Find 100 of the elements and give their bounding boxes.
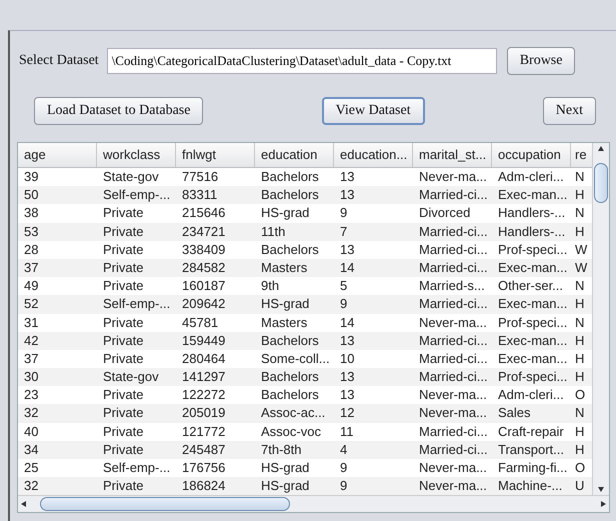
table-cell-text: 215646 <box>181 204 226 222</box>
table-row[interactable]: 53 Private 234721 11th 7 Married-ci... Handlers-... H <box>18 222 592 241</box>
column-header[interactable]: re <box>571 143 592 167</box>
action-button[interactable]: Next <box>542 97 596 125</box>
table-cell-text: 245487 <box>181 440 226 459</box>
table-cell-text: Exec-man... <box>497 350 568 368</box>
table-cell-text: 280464 <box>181 350 226 368</box>
table-cell-text: Handlers-... <box>497 222 566 241</box>
table-cell-text: W <box>574 258 588 277</box>
table-cell-text: Exec-man... <box>497 258 568 277</box>
path-field[interactable]: \Coding\CategoricalDataClustering\Dataset\adult_data - Copy.txt <box>106 48 497 74</box>
table-row[interactable]: 31 Private 45781 Masters 14 Never-ma... Prof-speci... N <box>18 314 592 332</box>
column-header[interactable]: marital_st... <box>413 143 492 167</box>
table-row[interactable]: 25 Self-emp-... 176756 HS-grad 9 Never-ma... Farming-fi... O <box>18 459 592 478</box>
table-row[interactable]: 40 Private 121772 Assoc-voc 11 Married-ci... Craft-repair H <box>18 422 592 441</box>
table-cell-text: Never-ma... <box>418 404 488 422</box>
table-cell-text: 45781 <box>181 314 220 332</box>
table-cell-text: Private <box>102 222 144 241</box>
table-cell-text: Adm-cleri... <box>497 386 565 404</box>
table-cell-text: H <box>574 222 586 241</box>
table-cell-text: Other-ser... <box>497 277 564 296</box>
table-cell-text: 83311 <box>181 186 218 204</box>
column-header[interactable]: education <box>255 143 334 167</box>
table-cell-text: Prof-speci... <box>497 368 568 386</box>
table-cell-text: Bachelors <box>260 186 320 204</box>
column-header[interactable]: education... <box>334 143 413 167</box>
table-cell-text: Machine-... <box>497 477 564 496</box>
column-header[interactable]: age <box>18 143 97 167</box>
table-cell-text: 9 <box>339 477 348 496</box>
table-cell-text: Private <box>102 350 144 368</box>
table-cell-text: 11 <box>339 422 354 441</box>
table-cell-text: 13 <box>339 332 356 350</box>
table-cell-text: N <box>574 314 586 332</box>
table-cell-text: State-gov <box>102 368 160 386</box>
table-cell-text: Married-s... <box>418 277 486 296</box>
column-header[interactable]: workclass <box>97 143 176 167</box>
table-cell-text: Bachelors <box>260 240 320 259</box>
table-cell-text: 39 <box>23 168 40 186</box>
table-cell-text: 13 <box>339 386 356 404</box>
table-cell-text: 37 <box>23 350 40 368</box>
table-cell-text: 25 <box>23 459 40 477</box>
table-cell-text: Bachelors <box>260 332 320 350</box>
table-row[interactable]: 50 Self-emp-... 83311 Bachelors 13 Married-ci... Exec-man... H <box>18 186 592 204</box>
table-cell-text: 4 <box>339 440 348 459</box>
table-cell-text: Never-ma... <box>418 386 488 404</box>
table-cell-text: Never-ma... <box>418 168 488 186</box>
table-row[interactable]: 23 Private 122272 Bachelors 13 Never-ma... Adm-cleri... O <box>18 386 592 404</box>
table-cell-text: 205019 <box>181 404 226 422</box>
table-cell-text: Assoc-voc <box>260 422 322 441</box>
column-header[interactable]: occupation <box>492 143 571 167</box>
table-row[interactable]: 32 Private 186824 HS-grad 9 Never-ma... Machine-... U <box>18 477 592 496</box>
table-cell-text: 160187 <box>181 277 226 296</box>
browse-button[interactable]: Browse <box>506 47 576 75</box>
table-cell-text: Prof-speci... <box>497 314 568 332</box>
table-cell-text: 121772 <box>181 422 226 441</box>
table-cell-text: Some-coll... <box>260 350 331 368</box>
table-row[interactable]: 38 Private 215646 HS-grad 9 Divorced Handlers-... N <box>18 204 592 223</box>
table-cell-text: 159449 <box>181 332 226 350</box>
table-cell-text: H <box>574 422 586 441</box>
table-cell-text: Masters <box>260 258 308 277</box>
table-row[interactable]: 52 Self-emp-... 209642 HS-grad 9 Married-ci... Exec-man... H <box>18 295 592 314</box>
table-cell-text: 52 <box>23 295 40 314</box>
table-row[interactable]: 42 Private 159449 Bachelors 13 Married-ci... Exec-man... H <box>18 332 592 350</box>
action-button[interactable]: Load Dataset to Database <box>34 97 204 125</box>
table-cell-text: Bachelors <box>260 168 320 186</box>
table-cell-text: H <box>574 368 586 386</box>
table-row[interactable]: 30 State-gov 141297 Bachelors 13 Married-ci... Prof-speci... H <box>18 368 592 386</box>
table-cell-text: 23 <box>23 386 40 404</box>
table-row[interactable]: 37 Private 284582 Masters 14 Married-ci... Exec-man... W <box>18 258 592 278</box>
table-cell-text: N <box>574 204 586 222</box>
table-cell-text: H <box>574 295 586 314</box>
table-cell-text: 37 <box>23 258 40 277</box>
table-cell-text: HS-grad <box>260 204 310 222</box>
table-cell-text: Self-emp-... <box>102 295 172 314</box>
table-row[interactable]: 34 Private 245487 7th-8th 4 Married-ci... Transport... H <box>18 440 592 459</box>
column-header[interactable]: fnlwgt <box>176 143 255 167</box>
table-cell-text: 7 <box>339 222 348 241</box>
table-row[interactable]: 32 Private 205019 Assoc-ac... 12 Never-ma... Sales N <box>18 404 592 423</box>
table-cell-text: Never-ma... <box>418 314 488 332</box>
select-dataset-label: Select Dataset <box>19 53 99 69</box>
table-row[interactable]: 39 State-gov 77516 Bachelors 13 Never-ma... Adm-cleri... N <box>18 168 592 186</box>
action-button[interactable]: View Dataset <box>322 97 425 125</box>
table-cell-text: Private <box>102 204 144 222</box>
table-cell-text: Masters <box>260 314 308 332</box>
table-cell-text: 284582 <box>181 258 226 277</box>
table-cell-text: 186824 <box>181 477 226 496</box>
table-cell-text: H <box>574 332 586 350</box>
table-cell-text: Farming-fi... <box>497 459 568 477</box>
table-cell-text: Never-ma... <box>418 477 488 496</box>
table-row[interactable]: 37 Private 280464 Some-coll... 10 Married-ci... Exec-man... H <box>18 350 592 368</box>
table-cell-text: 53 <box>23 222 40 241</box>
table-row[interactable]: 49 Private 160187 9th 5 Married-s... Other-ser... N <box>18 277 592 296</box>
table-cell-text: 13 <box>339 186 356 204</box>
table-cell-text: 34 <box>23 440 40 459</box>
table-cell-text: Married-ci... <box>418 350 489 368</box>
table-cell-text: 38 <box>23 204 40 222</box>
table-row[interactable]: 28 Private 338409 Bachelors 13 Married-ci... Prof-speci... W <box>18 240 592 259</box>
table-cell-text: 77516 <box>181 168 220 186</box>
table-cell-text: Sales <box>497 404 532 422</box>
table-cell-text: Bachelors <box>260 386 320 404</box>
